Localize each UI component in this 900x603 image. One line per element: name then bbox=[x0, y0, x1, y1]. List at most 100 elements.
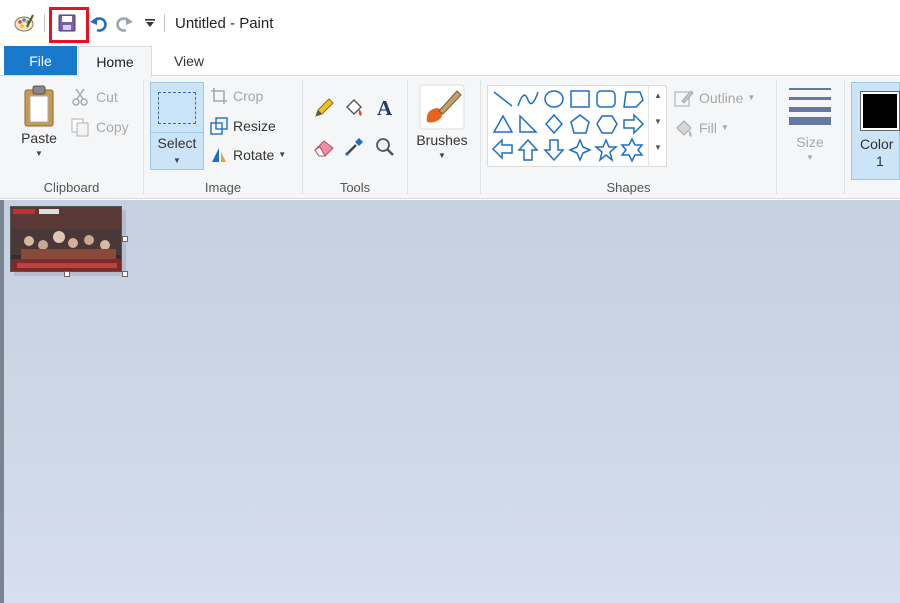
paste-label: Paste bbox=[21, 130, 57, 146]
magnifier-tool[interactable] bbox=[374, 136, 396, 158]
five-point-star-shape-icon[interactable] bbox=[593, 138, 619, 163]
triangle-shape-icon[interactable] bbox=[492, 114, 514, 133]
customize-dropdown-icon bbox=[145, 19, 155, 27]
right-triangle-shape-icon[interactable] bbox=[519, 114, 538, 133]
cut-button[interactable]: Cut bbox=[70, 87, 118, 107]
shapes-gallery-scrollbar[interactable]: ▲ ▼ ▼ bbox=[648, 85, 666, 167]
group-separator bbox=[776, 80, 777, 194]
oval-shape-icon[interactable] bbox=[544, 90, 564, 108]
tab-view[interactable]: View bbox=[158, 46, 220, 75]
curve-shape-icon[interactable] bbox=[517, 91, 539, 107]
resize-handle-corner[interactable] bbox=[122, 271, 128, 277]
outline-dropdown-caret[interactable]: ▼ bbox=[747, 94, 755, 102]
eyedropper-icon bbox=[345, 138, 363, 156]
redo-button[interactable] bbox=[115, 11, 135, 35]
crop-button[interactable]: Crop bbox=[210, 87, 263, 105]
resize-button[interactable]: Resize bbox=[210, 117, 276, 135]
paste-button[interactable]: Paste ▼ bbox=[14, 84, 64, 158]
paint-app-icon[interactable] bbox=[12, 11, 36, 35]
rounded-rectangle-shape-icon[interactable] bbox=[596, 90, 616, 108]
gallery-expand-icon[interactable]: ▼ bbox=[649, 143, 667, 152]
rotate-dropdown-caret[interactable]: ▼ bbox=[278, 151, 286, 159]
brushes-dropdown-caret[interactable]: ▼ bbox=[438, 152, 446, 160]
size-dropdown-caret[interactable]: ▼ bbox=[806, 154, 814, 162]
rectangle-shape-icon[interactable] bbox=[570, 90, 590, 108]
up-arrow-shape-icon[interactable] bbox=[517, 138, 539, 161]
eraser-icon bbox=[314, 140, 334, 157]
polygon-shape-icon[interactable] bbox=[623, 91, 644, 108]
right-arrow-shape-icon[interactable] bbox=[623, 113, 645, 135]
canvas-workspace[interactable] bbox=[0, 200, 900, 603]
outline-label: Outline bbox=[699, 90, 744, 106]
redo-arrow-icon bbox=[116, 17, 133, 32]
size-label: Size bbox=[796, 134, 824, 150]
crop-icon bbox=[211, 88, 227, 104]
select-rectangle-icon bbox=[151, 83, 203, 133]
outline-button[interactable]: Outline ▼ bbox=[674, 88, 755, 108]
select-label: Select bbox=[157, 135, 197, 151]
resize-handle-bottom[interactable] bbox=[64, 271, 70, 277]
size-button[interactable]: Size ▼ bbox=[782, 86, 838, 162]
six-point-star-shape-icon[interactable] bbox=[620, 137, 644, 163]
color-picker-tool[interactable] bbox=[343, 136, 365, 158]
scissors-icon bbox=[72, 88, 88, 106]
paint-bucket-icon bbox=[346, 99, 362, 116]
text-a-icon: A bbox=[377, 96, 393, 118]
brushes-button[interactable]: Brushes ▼ bbox=[412, 84, 472, 160]
left-arrow-shape-icon[interactable] bbox=[491, 138, 513, 160]
pasted-photo bbox=[11, 207, 121, 271]
fill-label: Fill bbox=[699, 120, 717, 136]
brush-icon bbox=[419, 84, 465, 130]
line-shape-icon[interactable] bbox=[493, 91, 513, 107]
canvas-image[interactable] bbox=[10, 206, 122, 272]
group-separator bbox=[407, 80, 408, 194]
resize-icon bbox=[210, 117, 228, 135]
color-1-label-line1: Color bbox=[860, 136, 894, 152]
shapes-group-label: Shapes bbox=[606, 180, 651, 195]
pentagon-shape-icon[interactable] bbox=[570, 114, 590, 134]
text-tool[interactable]: A bbox=[374, 96, 396, 118]
pencil-tool[interactable] bbox=[313, 97, 335, 119]
magnifier-icon bbox=[376, 138, 394, 156]
gallery-down-arrow-icon[interactable]: ▼ bbox=[649, 117, 667, 126]
down-arrow-shape-icon[interactable] bbox=[543, 139, 565, 162]
diamond-shape-icon[interactable] bbox=[544, 113, 564, 135]
four-point-star-shape-icon[interactable] bbox=[568, 138, 592, 162]
tools-group: A Tools bbox=[303, 76, 407, 199]
undo-button[interactable] bbox=[88, 11, 108, 35]
shapes-gallery[interactable] bbox=[487, 85, 667, 167]
select-button[interactable]: Select ▼ bbox=[150, 82, 204, 170]
tab-file[interactable]: File bbox=[4, 46, 77, 75]
toolbar-separator bbox=[44, 14, 45, 32]
resize-handle-right[interactable] bbox=[122, 236, 128, 242]
customize-toolbar-button[interactable] bbox=[142, 11, 158, 35]
tools-group-label: Tools bbox=[339, 180, 371, 195]
copy-pages-icon bbox=[71, 118, 89, 137]
fill-button[interactable]: Fill ▼ bbox=[674, 118, 729, 138]
hexagon-shape-icon[interactable] bbox=[596, 115, 618, 134]
window-title: Untitled - Paint bbox=[175, 15, 274, 32]
eraser-tool[interactable] bbox=[313, 136, 335, 158]
rotate-label: Rotate bbox=[233, 147, 275, 163]
paste-dropdown-caret[interactable]: ▼ bbox=[35, 150, 43, 158]
color-1-button[interactable]: Color 1 bbox=[851, 82, 900, 180]
fill-bucket-icon bbox=[676, 120, 692, 137]
rotate-button[interactable]: Rotate ▼ bbox=[210, 146, 286, 164]
fill-tool[interactable] bbox=[343, 97, 365, 119]
window-edge bbox=[0, 200, 4, 603]
clipboard-group: Paste ▼ Cut Copy Clipboard bbox=[0, 76, 143, 199]
fill-dropdown-caret[interactable]: ▼ bbox=[721, 124, 729, 132]
color-1-label-line2: 1 bbox=[876, 153, 884, 169]
tab-home[interactable]: Home bbox=[78, 46, 152, 77]
save-button-highlight bbox=[49, 7, 89, 43]
toolbar-separator bbox=[164, 14, 165, 32]
gallery-up-arrow-icon[interactable]: ▲ bbox=[649, 91, 667, 100]
ribbon: Paste ▼ Cut Copy Clipboard Image Select … bbox=[0, 75, 900, 199]
ribbon-tabs: File Home View bbox=[0, 46, 900, 77]
outline-pen-icon bbox=[674, 90, 694, 107]
undo-arrow-icon bbox=[90, 17, 107, 32]
pencil-icon bbox=[315, 98, 334, 117]
select-dropdown-caret[interactable]: ▼ bbox=[151, 156, 203, 165]
copy-button[interactable]: Copy bbox=[70, 117, 129, 137]
paste-clipboard-icon bbox=[24, 85, 54, 127]
